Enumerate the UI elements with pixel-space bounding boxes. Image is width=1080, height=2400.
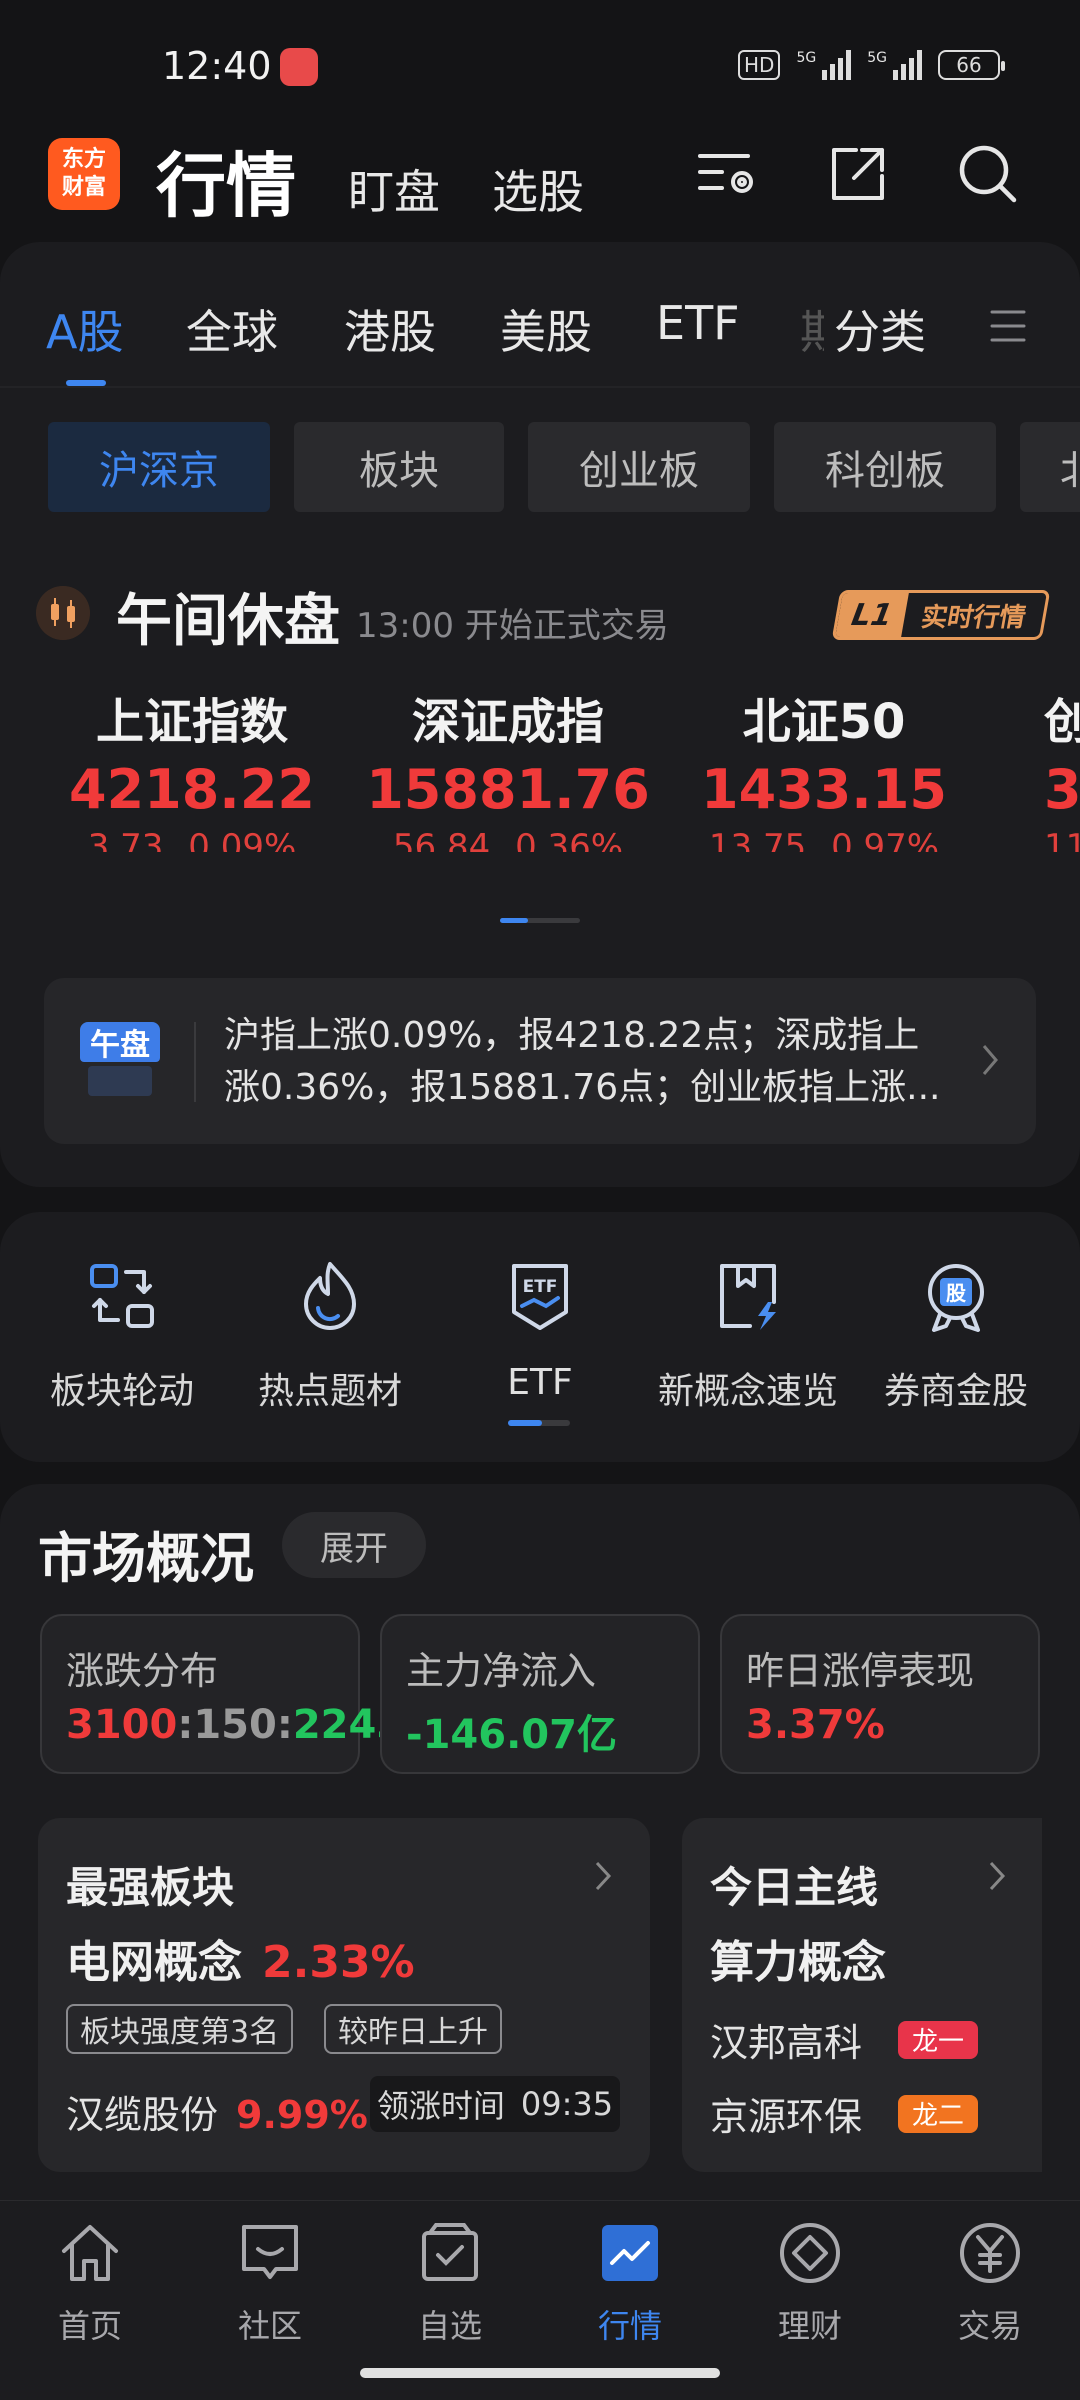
- signal-2-icon: 5G: [867, 50, 922, 80]
- trade-yen-icon: [960, 2223, 1020, 2283]
- candlestick-icon: [36, 586, 90, 640]
- subtab-bj[interactable]: 北: [1020, 422, 1080, 512]
- tab-a-shares[interactable]: A股: [46, 296, 123, 362]
- nav-trade[interactable]: 交易: [920, 2219, 1060, 2347]
- tab-futures[interactable]: 期: [800, 296, 824, 362]
- leader-tag: 龙一: [898, 2020, 979, 2059]
- tab-global[interactable]: 全球: [186, 296, 278, 362]
- card-title: 最强板块: [66, 1863, 235, 1912]
- tab-watch[interactable]: 盯盘: [348, 156, 440, 222]
- card-title: 今日主线: [710, 1863, 879, 1912]
- battery-icon: 66: [938, 50, 1005, 80]
- strength-rank-chip: 板块强度第3名: [66, 2004, 294, 2054]
- overview-title: 市场概况: [38, 1527, 254, 1590]
- chevron-right-icon: [989, 1861, 1006, 1891]
- nav-community[interactable]: 社区: [200, 2219, 340, 2347]
- func-sector-rotation[interactable]: 板块轮动: [22, 1256, 222, 1414]
- trend-chip: 较昨日上升: [324, 2004, 502, 2054]
- noon-summary-card[interactable]: 午盘 沪指上涨0.09%，报4218.22点；深成指上涨0.36%，报15881…: [44, 978, 1036, 1144]
- tab-category[interactable]: 分类: [834, 296, 926, 362]
- index-card[interactable]: 北证50 1433.15 13.75 0.97%: [674, 682, 974, 852]
- nav-watchlist[interactable]: 自选: [380, 2219, 520, 2347]
- func-new-concept[interactable]: 新概念速览: [648, 1256, 848, 1414]
- tab-us-stocks[interactable]: 美股: [500, 296, 592, 362]
- status-bar: 12:40 HD 5G 5G 66: [0, 0, 1080, 130]
- func-etf[interactable]: ETF ETF: [440, 1256, 640, 1403]
- svg-text:ETF: ETF: [523, 1277, 558, 1297]
- leader-stock-row[interactable]: 汉邦高科 龙一: [710, 2012, 979, 2067]
- new-concept-icon: [720, 1264, 776, 1330]
- session-subtitle: 13:00 开始正式交易: [356, 606, 669, 646]
- search-icon[interactable]: [956, 142, 1020, 206]
- noon-badge-icon: 午盘: [80, 1022, 160, 1102]
- tab-stock-picker[interactable]: 选股: [492, 156, 584, 222]
- nav-wealth[interactable]: 理财: [740, 2219, 880, 2347]
- tab-hk-stocks[interactable]: 港股: [344, 296, 436, 362]
- sub-tabs: 沪深京 板块 创业板 科创板 北: [0, 422, 1080, 512]
- hd-voice-icon: HD: [738, 50, 781, 80]
- gold-stock-icon: 股: [928, 1264, 984, 1332]
- session-title: 午间休盘: [116, 589, 340, 654]
- subtab-chinext[interactable]: 创业板: [528, 422, 750, 512]
- subtab-sector[interactable]: 板块: [294, 422, 504, 512]
- rotation-icon: [90, 1264, 154, 1328]
- nav-market[interactable]: 行情: [560, 2219, 700, 2347]
- home-icon: [62, 2225, 118, 2281]
- signal-1-icon: 5G: [796, 50, 852, 80]
- leader-tag: 龙二: [898, 2094, 979, 2133]
- func-active-indicator: [508, 1420, 570, 1426]
- page-title[interactable]: 行情: [156, 130, 296, 231]
- func-hot-topics[interactable]: 热点题材: [230, 1256, 430, 1414]
- stat-limit-up[interactable]: 昨日涨停表现 3.37%: [720, 1614, 1040, 1774]
- nav-home[interactable]: 首页: [20, 2219, 160, 2347]
- carousel-pager: [500, 918, 580, 923]
- tab-etf[interactable]: ETF: [656, 296, 740, 350]
- realtime-quote-badge[interactable]: L1 实时行情: [831, 590, 1051, 640]
- wealth-icon: [780, 2223, 840, 2283]
- svg-text:股: 股: [946, 1281, 966, 1305]
- stat-rise-fall[interactable]: 涨跌分布 3100:150:2243: [40, 1614, 404, 1774]
- lead-stock-pct: 9.99%: [236, 2093, 368, 2137]
- settings-list-icon[interactable]: [696, 142, 760, 206]
- flame-icon: [304, 1262, 356, 1330]
- notification-app-icon: [280, 48, 318, 86]
- main-line-sector: 算力概念: [710, 1937, 886, 1988]
- function-shortcuts: 板块轮动 热点题材 ETF ETF 新概念速览 股 券商金股: [0, 1212, 1080, 1462]
- noon-summary-text: 沪指上涨0.09%，报4218.22点；深成指上涨0.36%，报15881.76…: [224, 1015, 941, 1108]
- chevron-right-icon: [982, 1045, 998, 1075]
- market-chart-icon: [602, 2225, 658, 2281]
- stat-net-inflow[interactable]: 主力净流入 -146.07亿: [380, 1614, 700, 1774]
- lead-time-badge: 领涨时间 09:35: [370, 2076, 620, 2132]
- community-icon: [242, 2225, 298, 2279]
- chevron-right-icon: [595, 1861, 612, 1891]
- divider: [0, 386, 1080, 388]
- status-indicators: HD 5G 5G 66: [738, 50, 1005, 80]
- subtab-star[interactable]: 科创板: [774, 422, 996, 512]
- watchlist-icon: [422, 2223, 478, 2281]
- strongest-sector-card[interactable]: 最强板块 电网概念 2.33% 板块强度第3名 较昨日上升 汉缆股份 9.99% 领…: [38, 1818, 650, 2172]
- sector-name: 电网概念: [66, 1937, 242, 1988]
- index-card[interactable]: 深证成指 15881.76 56.84 0.36%: [358, 682, 658, 852]
- index-card[interactable]: 上证指数 4218.22 3.73 0.09%: [42, 682, 342, 852]
- market-overview: 市场概况 展开 涨跌分布 3100:150:2243 主力净流入 -146.07…: [0, 1484, 1080, 2200]
- home-indicator[interactable]: [360, 2368, 720, 2378]
- menu-icon[interactable]: [990, 308, 1026, 344]
- app-header: 东方 财富 行情 盯盘 选股: [0, 130, 1080, 240]
- session-status: 午间休盘 13:00 开始正式交易 L1 实时行情: [36, 576, 1051, 656]
- subtab-hs-bj[interactable]: 沪深京: [48, 422, 270, 512]
- lead-stock-name: 汉缆股份: [66, 2093, 219, 2137]
- share-icon[interactable]: [826, 142, 890, 206]
- market-panel: A股 全球 港股 美股 ETF 期 分类 沪深京 板块 创业板 科创板 北 午间…: [0, 242, 1080, 1187]
- market-tabs: A股 全球 港股 美股 ETF 期 分类: [0, 296, 1080, 376]
- leader-stock-row[interactable]: 京源环保 龙二: [710, 2086, 979, 2141]
- sector-pct: 2.33%: [262, 1937, 415, 1988]
- etf-icon: ETF: [512, 1264, 568, 1330]
- func-broker-gold[interactable]: 股 券商金股: [856, 1256, 1056, 1414]
- main-line-card[interactable]: 今日主线 算力概念 汉邦高科 龙一 京源环保 龙二: [682, 1818, 1042, 2172]
- index-carousel[interactable]: 上证指数 4218.22 3.73 0.09% 深证成指 15881.76 56…: [0, 682, 1080, 852]
- index-card[interactable]: 创 3 11.: [1044, 682, 1080, 852]
- expand-button[interactable]: 展开: [282, 1512, 426, 1578]
- app-logo[interactable]: 东方 财富: [48, 138, 120, 210]
- status-time: 12:40: [162, 44, 272, 88]
